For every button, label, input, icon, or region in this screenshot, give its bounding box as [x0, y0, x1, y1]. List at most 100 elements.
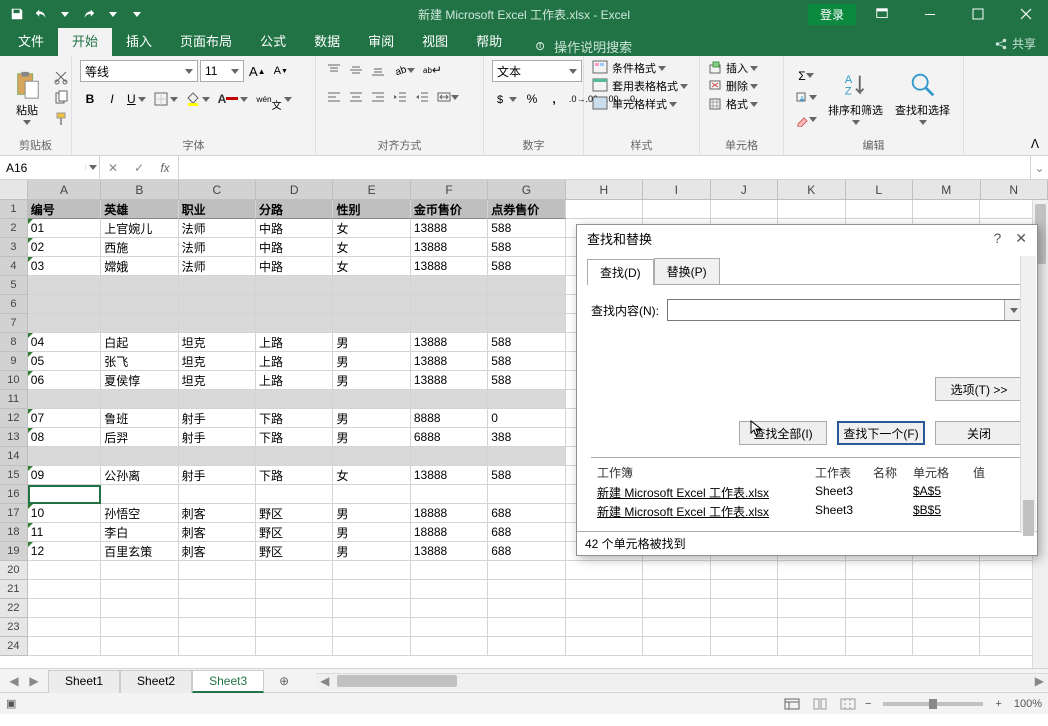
zoom-slider[interactable] — [883, 702, 983, 706]
font-color-button[interactable]: A — [215, 89, 252, 109]
cell[interactable]: 百里玄策 — [101, 542, 178, 561]
cell[interactable]: 上官婉儿 — [101, 219, 178, 238]
cell[interactable]: 坦克 — [179, 333, 256, 352]
cell[interactable] — [256, 618, 333, 637]
cell[interactable]: 刺客 — [179, 504, 256, 523]
cell[interactable]: 法师 — [179, 238, 256, 257]
cell[interactable]: 射手 — [179, 409, 256, 428]
cell[interactable] — [711, 200, 778, 219]
font-size-select[interactable]: 11 — [200, 60, 244, 82]
row-header[interactable]: 5 — [0, 276, 28, 295]
cell[interactable]: 10 — [28, 504, 101, 523]
copy-button[interactable] — [50, 88, 72, 108]
zoom-out-button[interactable]: − — [865, 698, 871, 710]
cell[interactable] — [101, 390, 178, 409]
row-header[interactable]: 3 — [0, 238, 28, 257]
cell[interactable]: 金币售价 — [411, 200, 488, 219]
cell[interactable]: 嫦娥 — [101, 257, 178, 276]
cell[interactable]: 588 — [488, 466, 565, 485]
cell[interactable] — [256, 295, 333, 314]
cell[interactable] — [778, 637, 845, 656]
cell[interactable]: 05 — [28, 352, 101, 371]
decrease-font-button[interactable]: A▼ — [271, 61, 291, 81]
cell[interactable] — [411, 447, 488, 466]
cell[interactable] — [333, 599, 410, 618]
redo-button[interactable] — [78, 3, 100, 25]
cell[interactable]: 后羿 — [101, 428, 178, 447]
cell[interactable] — [846, 618, 913, 637]
row-header[interactable]: 14 — [0, 447, 28, 466]
column-header-I[interactable]: I — [643, 180, 710, 199]
cell[interactable] — [333, 618, 410, 637]
redo-dropdown[interactable] — [102, 3, 124, 25]
cell[interactable] — [333, 447, 410, 466]
row-header[interactable]: 17 — [0, 504, 28, 523]
result-row[interactable]: 新建 Microsoft Excel 工作表.xlsxSheet3$A$5 — [591, 483, 1023, 502]
enter-formula-button[interactable]: ✓ — [126, 161, 152, 175]
cell[interactable]: 男 — [333, 352, 410, 371]
close-dialog-button[interactable]: 关闭 — [935, 421, 1023, 445]
cell[interactable] — [28, 295, 101, 314]
undo-dropdown[interactable] — [54, 3, 76, 25]
cell[interactable]: 688 — [488, 542, 565, 561]
cell[interactable] — [333, 314, 410, 333]
align-right-button[interactable] — [368, 87, 388, 107]
cell[interactable] — [913, 200, 980, 219]
row-header[interactable]: 23 — [0, 618, 28, 637]
tab-find[interactable]: 查找(D) — [587, 259, 654, 285]
paste-button[interactable]: 粘贴 — [8, 68, 46, 127]
ribbon-tab-数据[interactable]: 数据 — [300, 25, 354, 56]
cell[interactable] — [28, 485, 101, 504]
cell[interactable] — [101, 618, 178, 637]
cell[interactable] — [411, 390, 488, 409]
sheet-nav-next[interactable]: ▶ — [26, 673, 42, 689]
qat-customize[interactable] — [126, 3, 148, 25]
cell[interactable]: 法师 — [179, 219, 256, 238]
cell[interactable]: 英雄 — [101, 200, 178, 219]
row-header[interactable]: 2 — [0, 219, 28, 238]
ribbon-tab-视图[interactable]: 视图 — [408, 25, 462, 56]
result-header-workbook[interactable]: 工作簿 — [591, 462, 809, 483]
format-as-table-button[interactable]: 套用表格格式 — [592, 78, 688, 94]
cell[interactable]: 02 — [28, 238, 101, 257]
cell[interactable] — [643, 580, 710, 599]
cell[interactable] — [711, 618, 778, 637]
cell[interactable] — [333, 561, 410, 580]
ribbon-tab-公式[interactable]: 公式 — [246, 25, 300, 56]
cell[interactable]: 射手 — [179, 428, 256, 447]
row-header[interactable]: 24 — [0, 637, 28, 656]
cell[interactable] — [566, 618, 643, 637]
cell[interactable]: 分路 — [256, 200, 333, 219]
cell[interactable] — [256, 637, 333, 656]
row-header[interactable]: 19 — [0, 542, 28, 561]
cell[interactable] — [846, 200, 913, 219]
dialog-titlebar[interactable]: 查找和替换 ? ✕ — [577, 225, 1037, 252]
cell[interactable]: 夏侯惇 — [101, 371, 178, 390]
ribbon-tab-插入[interactable]: 插入 — [112, 25, 166, 56]
row-header[interactable]: 18 — [0, 523, 28, 542]
cell[interactable]: 刺客 — [179, 542, 256, 561]
cell[interactable]: 下路 — [256, 428, 333, 447]
cell[interactable]: 01 — [28, 219, 101, 238]
select-all-corner[interactable] — [0, 180, 28, 199]
decrease-indent-button[interactable] — [390, 87, 410, 107]
cell[interactable] — [256, 390, 333, 409]
cell[interactable] — [179, 618, 256, 637]
page-break-view-button[interactable] — [837, 695, 859, 713]
column-header-D[interactable]: D — [256, 180, 333, 199]
cell[interactable] — [28, 447, 101, 466]
cell[interactable] — [101, 314, 178, 333]
cell[interactable]: 男 — [333, 523, 410, 542]
cell[interactable] — [256, 580, 333, 599]
row-header[interactable]: 20 — [0, 561, 28, 580]
align-center-button[interactable] — [346, 87, 366, 107]
cell[interactable]: 588 — [488, 352, 565, 371]
cell[interactable]: 12 — [28, 542, 101, 561]
cell[interactable] — [488, 561, 565, 580]
cell[interactable] — [333, 637, 410, 656]
clear-button[interactable] — [792, 110, 820, 130]
ribbon-tab-开始[interactable]: 开始 — [58, 25, 112, 56]
result-header-cell[interactable]: 单元格 — [907, 462, 967, 483]
cell[interactable]: 上路 — [256, 352, 333, 371]
cell[interactable] — [488, 637, 565, 656]
